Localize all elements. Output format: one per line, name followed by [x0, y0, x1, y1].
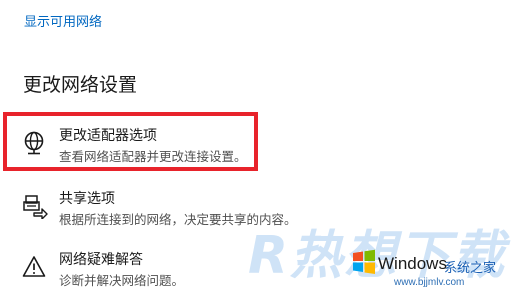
sharing-options-title: 共享选项	[59, 190, 115, 206]
show-available-networks-link[interactable]: 显示可用网络	[24, 11, 102, 30]
network-troubleshooter-title: 网络疑难解答	[59, 251, 143, 267]
sharing-options[interactable]: 共享选项 根据所连接到的网络，决定要共享的内容。	[22, 188, 322, 230]
watermark-url: www.bjjmlv.com	[394, 277, 465, 288]
network-troubleshooter-desc: 诊断并解决网络问题。	[59, 274, 185, 288]
section-title: 更改网络设置	[23, 75, 138, 96]
watermark-brand: Windows	[378, 254, 447, 273]
windows-logo-icon	[353, 249, 375, 274]
highlight-box	[3, 112, 258, 171]
warning-icon	[22, 256, 46, 277]
watermark-subtitle: 系统之家	[444, 260, 497, 275]
sharing-options-desc: 根据所连接到的网络，决定要共享的内容。	[59, 213, 297, 227]
network-troubleshooter[interactable]: 网络疑难解答 诊断并解决网络问题。	[22, 249, 322, 291]
sharing-icon	[23, 195, 48, 219]
